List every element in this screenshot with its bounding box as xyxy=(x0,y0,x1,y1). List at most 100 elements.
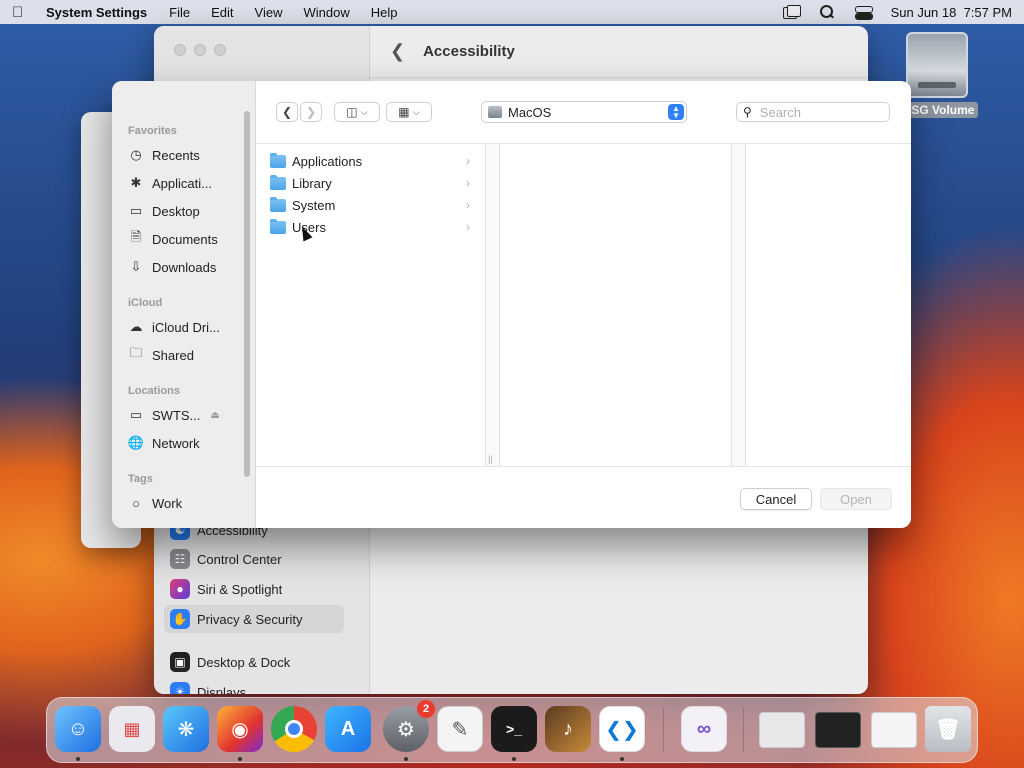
settings-item-label: Siri & Spotlight xyxy=(197,581,283,597)
zoom-button[interactable] xyxy=(214,44,226,56)
finder-icon[interactable]: ☺ xyxy=(55,706,101,752)
close-button[interactable] xyxy=(174,44,186,56)
siri-icon: ● xyxy=(170,579,190,599)
search-field[interactable]: ⚲ xyxy=(736,102,890,122)
forward-button[interactable]: ❯ xyxy=(300,102,322,122)
firefox-icon[interactable]: ◉ xyxy=(217,706,263,752)
hand-icon: ✋ xyxy=(170,609,190,629)
shared-folder-icon: 🗀 xyxy=(129,345,143,360)
column-browser: Applications › Library › System › Users › || xyxy=(256,143,911,467)
settings-item-label: Privacy & Security xyxy=(197,611,303,627)
sidebar-scrollbar[interactable] xyxy=(244,111,250,477)
folder-row[interactable]: Library › xyxy=(270,172,470,194)
garageband-icon[interactable]: ♪ xyxy=(545,706,591,752)
minimized-window-thumbnail[interactable] xyxy=(759,712,805,748)
chevron-right-icon: ❯ xyxy=(305,105,317,119)
dialog-sidebar: Favorites ◷ Recents ✱ Applicati... ▭ Deskto… xyxy=(112,81,256,528)
icloud-heading: iCloud xyxy=(128,297,163,309)
control-center-icon: ☷ xyxy=(170,549,190,569)
column-gap xyxy=(486,144,500,466)
document-icon: 🗎 xyxy=(130,229,142,244)
cancel-button[interactable]: Cancel xyxy=(740,488,812,510)
settings-item-control-center[interactable]: ☷ Control Center xyxy=(164,545,344,573)
desktop-drive[interactable]: TSG Volume xyxy=(900,32,979,118)
folder-row[interactable]: Applications › xyxy=(270,150,470,172)
sidebar-item-tag-work[interactable]: ○ Work xyxy=(128,492,240,514)
visual-studio-icon[interactable]: ∞ xyxy=(681,706,727,752)
spotlight-search-icon[interactable] xyxy=(819,5,835,19)
applications-icon: ✱ xyxy=(130,175,142,190)
terminal-icon[interactable]: >_ xyxy=(491,706,537,752)
settings-item-label: Control Center xyxy=(197,551,282,567)
column-resize-handle-icon[interactable]: || xyxy=(488,454,493,464)
menu-file[interactable]: File xyxy=(169,5,190,20)
sidebar-item-network[interactable]: 🌐 Network xyxy=(128,432,240,454)
chevron-right-icon: › xyxy=(466,220,470,234)
folder-name: System xyxy=(292,197,336,213)
menu-help[interactable]: Help xyxy=(371,5,398,20)
settings-item-label: Displays xyxy=(197,684,247,695)
chevron-down-icon: ⌵ xyxy=(412,106,420,117)
folder-name: Applications xyxy=(292,153,363,169)
sidebar-item-documents[interactable]: 🗎 Documents xyxy=(128,228,240,250)
chevron-right-icon: › xyxy=(466,154,470,168)
minimize-button[interactable] xyxy=(194,44,206,56)
screen-mirroring-icon[interactable] xyxy=(782,5,801,19)
menu-clock[interactable]: Sun Jun 18 7:57 PM xyxy=(891,5,1012,20)
back-chevron-icon[interactable]: ❮ xyxy=(390,41,405,62)
dock-separator xyxy=(663,708,664,752)
safari-icon[interactable]: ❋ xyxy=(163,706,209,752)
settings-item-privacy[interactable]: ✋ Privacy & Security xyxy=(164,605,344,633)
menu-edit[interactable]: Edit xyxy=(211,5,233,20)
menu-bar:  System Settings File Edit View Window … xyxy=(0,0,1024,24)
apple-menu-icon[interactable]:  xyxy=(12,4,28,21)
back-button[interactable]: ❮ xyxy=(276,102,298,122)
sidebar-item-label: Work xyxy=(152,495,183,511)
settings-item-siri[interactable]: ● Siri & Spotlight xyxy=(164,575,344,603)
open-button[interactable]: Open xyxy=(820,488,892,510)
settings-item-displays[interactable]: ☀ Displays xyxy=(164,678,344,694)
sidebar-item-shared[interactable]: 🗀 Shared xyxy=(128,344,240,366)
settings-item-label: Desktop & Dock xyxy=(197,654,291,670)
textedit-icon[interactable]: ✎ xyxy=(437,706,483,752)
running-indicator xyxy=(620,757,624,761)
locations-heading: Locations xyxy=(128,385,180,397)
sidebar-item-recents[interactable]: ◷ Recents xyxy=(128,144,240,166)
folder-row[interactable]: System › xyxy=(270,194,470,216)
app-store-icon[interactable]: A xyxy=(325,706,371,752)
trash-icon[interactable]: 🗑 xyxy=(925,706,971,752)
favorites-heading: Favorites xyxy=(128,125,177,137)
running-indicator xyxy=(238,757,242,761)
sidebar-item-icloud-drive[interactable]: ☁ iCloud Dri... xyxy=(128,316,240,338)
location-popup[interactable]: MacOS ▲ ▼ xyxy=(481,101,687,123)
column-gap xyxy=(732,144,746,466)
dock: ☺ ▦ ❋ ◉ A ⚙ 2 ✎ >_ ♪ ❮❯ ∞ 🗑 xyxy=(46,697,978,763)
sidebar-item-label: Documents xyxy=(152,231,218,247)
folder-icon xyxy=(270,174,286,190)
folder-name: Library xyxy=(292,175,332,191)
app-menu[interactable]: System Settings xyxy=(46,5,147,20)
system-settings-icon[interactable]: ⚙ 2 xyxy=(383,700,435,752)
menu-window[interactable]: Window xyxy=(303,5,349,20)
control-center-icon[interactable] xyxy=(854,5,873,20)
settings-item-desktop-dock[interactable]: ▣ Desktop & Dock xyxy=(164,648,344,676)
minimized-window-thumbnail[interactable] xyxy=(871,712,917,748)
sidebar-item-swts-drive[interactable]: ▭ SWTS... ⏏ xyxy=(128,404,240,426)
group-button[interactable]: ▦ ⌵ xyxy=(386,102,432,122)
chrome-icon[interactable] xyxy=(271,706,317,752)
folder-icon xyxy=(270,152,286,168)
view-mode-button[interactable]: ◫ ⌵ xyxy=(334,102,380,122)
search-input[interactable] xyxy=(759,104,880,120)
menu-view[interactable]: View xyxy=(255,5,283,20)
vscode-icon[interactable]: ❮❯ xyxy=(599,706,645,752)
sidebar-item-desktop[interactable]: ▭ Desktop xyxy=(128,200,240,222)
notification-badge: 2 xyxy=(417,700,435,718)
window-controls xyxy=(174,44,226,56)
launchpad-icon[interactable]: ▦ xyxy=(109,706,155,752)
minimized-window-thumbnail[interactable] xyxy=(815,712,861,748)
sidebar-item-downloads[interactable]: ⇩ Downloads xyxy=(128,256,240,278)
sidebar-item-applications[interactable]: ✱ Applicati... xyxy=(128,172,240,194)
dock-separator xyxy=(743,708,744,752)
sidebar-item-label: Desktop xyxy=(152,203,200,219)
eject-icon[interactable]: ⏏ xyxy=(210,410,219,421)
